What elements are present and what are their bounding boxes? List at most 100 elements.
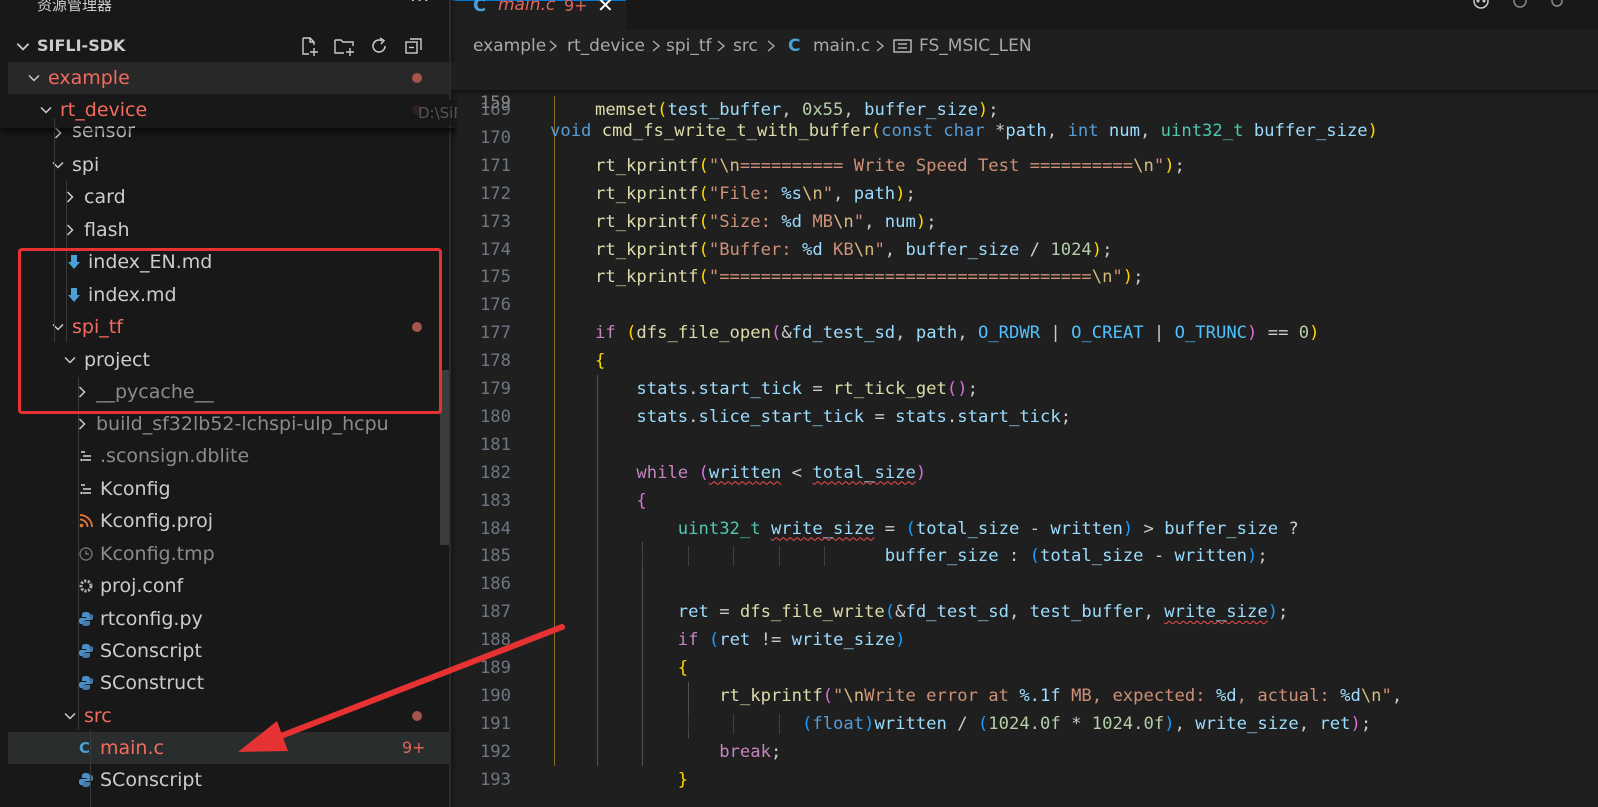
code-line[interactable]: 193 } bbox=[451, 766, 1598, 794]
tree-item[interactable]: Kconfig.proj bbox=[8, 505, 449, 537]
code-token: rt_kprintf bbox=[595, 183, 699, 204]
collapse-all-icon[interactable] bbox=[403, 35, 425, 57]
code-token: ( bbox=[698, 267, 709, 288]
code-line[interactable]: 183 { bbox=[451, 487, 1598, 515]
tree-item[interactable]: Kconfig.tmp bbox=[8, 538, 449, 570]
code-token: "Size: bbox=[708, 211, 782, 232]
code-token: buffer_size bbox=[884, 546, 999, 567]
breadcrumb-rt-device[interactable]: rt_device bbox=[567, 32, 645, 60]
code-token: - bbox=[1143, 546, 1175, 567]
code-line[interactable]: 171 rt_kprintf("\n========== Write Speed … bbox=[451, 152, 1598, 180]
tree-item[interactable]: Cmain.c 9+ bbox=[8, 732, 449, 764]
code-line[interactable]: 180 stats.slice_start_tick = stats.start… bbox=[451, 403, 1598, 431]
code-token: . bbox=[688, 406, 699, 427]
code-token: = bbox=[864, 406, 896, 427]
code-line[interactable]: 178 { bbox=[451, 347, 1598, 375]
compare-changes-icon[interactable] bbox=[1509, 0, 1531, 12]
tree-item[interactable]: rtconfig.py bbox=[8, 603, 449, 635]
tree-item[interactable]: .sconsign.dblite bbox=[8, 440, 449, 472]
code-token: ( bbox=[698, 211, 709, 232]
code-line[interactable]: 189 { bbox=[451, 654, 1598, 682]
code-token: ; bbox=[1174, 155, 1185, 176]
breadcrumb-src[interactable]: src bbox=[733, 32, 758, 60]
breadcrumb-symbol[interactable]: FS_MSIC_LEN bbox=[919, 32, 1032, 60]
breadcrumb-spi-tf[interactable]: spi_tf bbox=[666, 32, 712, 60]
chevron-down-icon[interactable] bbox=[50, 157, 66, 173]
code-token: \n bbox=[719, 155, 740, 176]
tree-item[interactable]: card bbox=[8, 181, 449, 213]
code-token: () bbox=[946, 379, 968, 399]
chevron-right-icon[interactable] bbox=[62, 222, 78, 238]
new-file-icon[interactable] bbox=[298, 35, 320, 57]
code-token: ) bbox=[1267, 602, 1279, 623]
copilot-icon[interactable] bbox=[1470, 0, 1492, 12]
indent-guide bbox=[597, 375, 598, 766]
code-line[interactable]: 191 (float)written / (1024.0f * 1024.0f)… bbox=[451, 710, 1598, 738]
tree-item[interactable]: flash bbox=[8, 214, 449, 246]
code-token: fd_test_sd bbox=[905, 602, 1009, 623]
tree-item[interactable]: src bbox=[8, 700, 449, 732]
code-token: stats bbox=[895, 406, 947, 427]
code-line[interactable]: 187 ret = dfs_file_write(&fd_test_sd, te… bbox=[451, 598, 1598, 626]
code-token: write_size bbox=[791, 630, 896, 651]
code-token: int bbox=[1067, 121, 1099, 141]
tree-item[interactable]: spi bbox=[8, 149, 449, 181]
code-line[interactable]: 186 bbox=[451, 570, 1598, 598]
code-line[interactable]: 177 if (dfs_file_open(&fd_test_sd, path, … bbox=[451, 319, 1598, 347]
code-token: num bbox=[1108, 121, 1140, 141]
tree-item[interactable]: Kconfig bbox=[8, 473, 449, 505]
code-token: O_TRUNC bbox=[1174, 323, 1248, 344]
code-line[interactable]: 190 rt_kprintf("\nWrite error at %.1f MB… bbox=[451, 682, 1598, 710]
new-folder-icon[interactable] bbox=[333, 35, 355, 57]
code-token: , bbox=[1391, 685, 1403, 706]
code-line[interactable]: 179 stats.start_tick = rt_tick_get(); bbox=[451, 375, 1598, 403]
code-line[interactable]: 174 rt_kprintf("Buffer: %d KB\n", buffer_… bbox=[451, 236, 1598, 264]
workspace-header[interactable]: SIFLI-SDK bbox=[0, 30, 457, 62]
code-token: \n bbox=[1091, 267, 1113, 288]
close-icon[interactable]: ✕ bbox=[597, 0, 614, 17]
code-line[interactable]: 172 rt_kprintf("File: %s\n", path); bbox=[451, 180, 1598, 208]
breadcrumb-main-c[interactable]: main.c bbox=[813, 32, 870, 60]
code-token: dfs_file_open bbox=[636, 323, 771, 344]
code-line[interactable]: 188 if (ret != write_size) bbox=[451, 626, 1598, 654]
code-token: ( bbox=[884, 602, 896, 623]
code-line[interactable]: 184 uint32_t write_size = (total_size - … bbox=[451, 515, 1598, 543]
settings-icon[interactable] bbox=[1546, 0, 1568, 12]
code-line[interactable]: 185 buffer_size : (total_size - written)… bbox=[451, 542, 1598, 570]
tab-main-c[interactable]: C main.c 9+ ✕ bbox=[451, 0, 626, 31]
tree-item[interactable]: SConstruct bbox=[8, 667, 449, 699]
code-line[interactable]: 175 rt_kprintf("=========================… bbox=[451, 263, 1598, 291]
sticky-scroll-line[interactable]: 159 void cmd_fs_write_t_with_buffer(cons… bbox=[451, 61, 1598, 141]
tree-item[interactable]: proj.conf bbox=[8, 570, 449, 602]
code-token: break bbox=[719, 741, 771, 762]
chevron-right-icon[interactable] bbox=[74, 416, 90, 432]
chevron-down-icon[interactable] bbox=[62, 708, 78, 724]
code-line[interactable]: 176 bbox=[451, 291, 1598, 319]
chevron-right-icon[interactable] bbox=[62, 189, 78, 205]
code-token: buffer_size bbox=[905, 239, 1020, 260]
chevron-right-icon bbox=[876, 40, 885, 52]
code-line[interactable]: 182 while (written < total_size) bbox=[451, 459, 1598, 487]
code-token: ) bbox=[864, 713, 875, 734]
line-number: 187 bbox=[479, 602, 511, 623]
code-token: " bbox=[822, 183, 834, 204]
code-token: while bbox=[636, 462, 689, 483]
code-line[interactable]: 181 bbox=[451, 431, 1598, 459]
code-token: ( bbox=[801, 713, 813, 734]
refresh-icon[interactable] bbox=[368, 35, 390, 57]
code-token: if bbox=[595, 323, 616, 344]
tree-item-label: flash bbox=[84, 219, 130, 241]
more-actions-icon[interactable]: ··· bbox=[410, 0, 430, 11]
code-token: . bbox=[688, 379, 699, 399]
code-token: ) bbox=[895, 630, 906, 651]
code-line[interactable]: 173 rt_kprintf("Size: %d MB\n", num); bbox=[451, 208, 1598, 236]
code-token: "Buffer: bbox=[708, 239, 802, 260]
code-line[interactable]: 192 break; bbox=[451, 738, 1598, 766]
tree-item[interactable]: SConscript bbox=[8, 764, 449, 796]
code-token: uint32_t bbox=[677, 518, 761, 539]
breadcrumb-example[interactable]: example bbox=[473, 32, 546, 60]
code-token: Write error at bbox=[864, 685, 1020, 706]
tree-item[interactable]: SConscript bbox=[8, 635, 449, 667]
